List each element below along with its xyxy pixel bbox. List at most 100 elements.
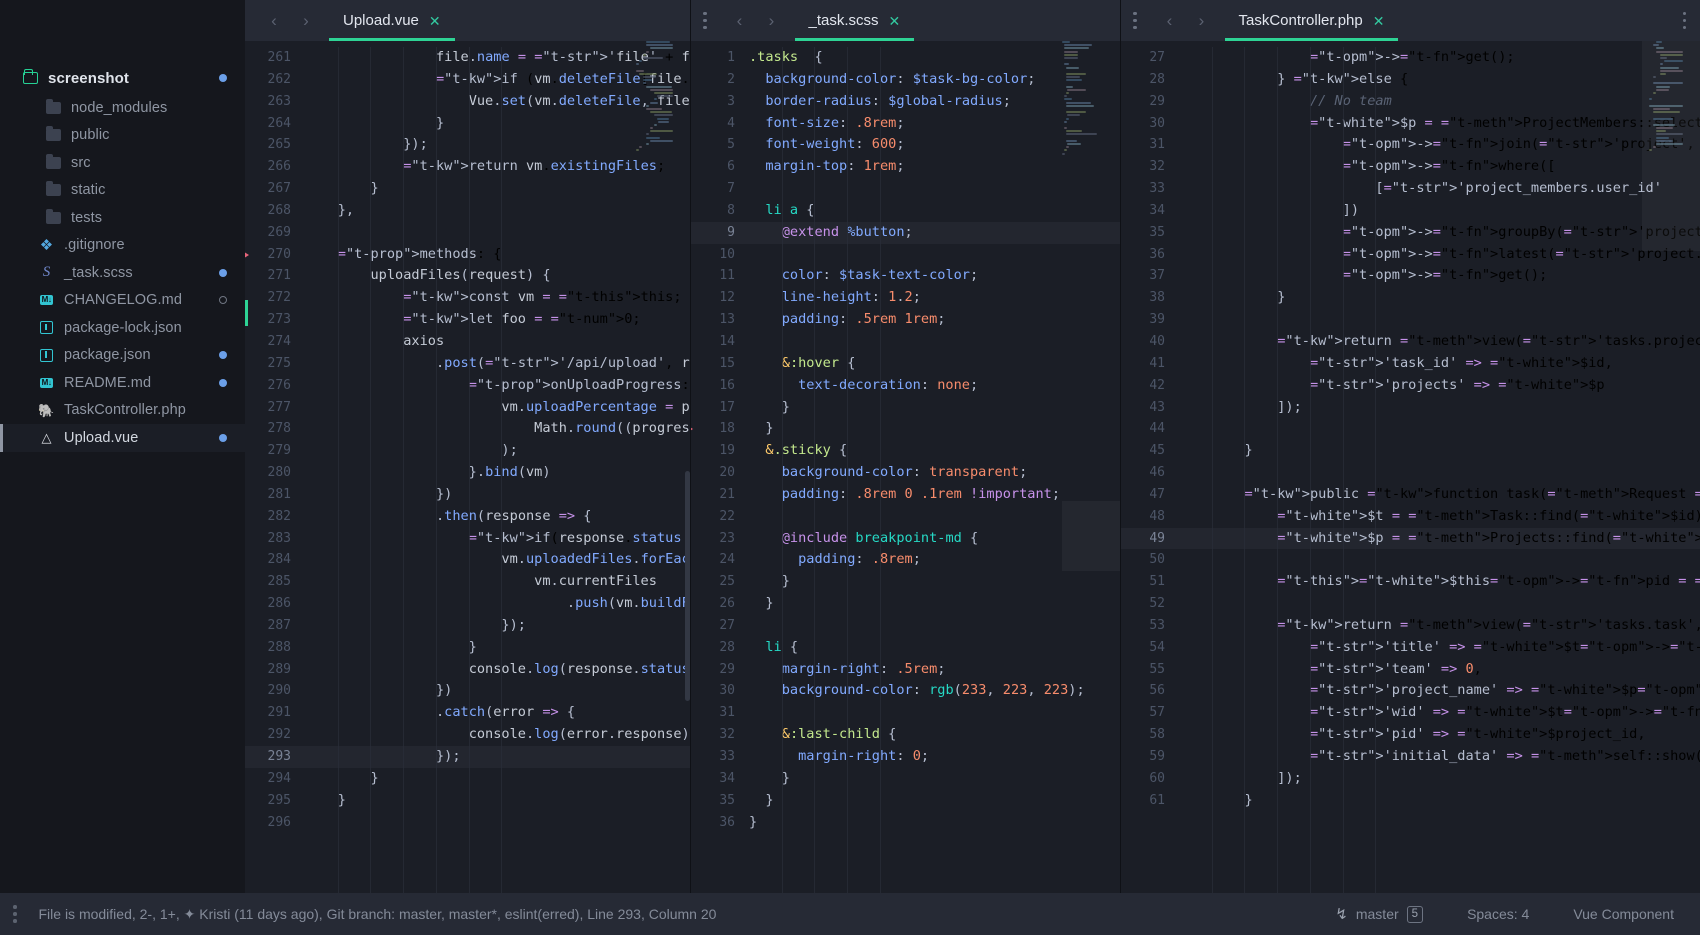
tree-item-changelog-md[interactable]: M↓ CHANGELOG.md (0, 287, 245, 315)
tree-item-static[interactable]: static (0, 177, 245, 205)
code-line[interactable]: }) (305, 484, 690, 506)
code-line[interactable]: file.name = ="t-str">'file' + file.id; (305, 47, 690, 69)
code-line[interactable]: } (1179, 790, 1700, 812)
code-line[interactable]: font-weight: 600; (749, 134, 1120, 156)
code-line[interactable]: } (749, 790, 1120, 812)
tree-item-package-lock-json[interactable]: package-lock.json (0, 314, 245, 342)
code-line[interactable]: .tasks { (749, 47, 1120, 69)
code-line[interactable]: ="t-prop">methods: { (305, 244, 690, 266)
code-line[interactable]: background-color: transparent; (749, 462, 1120, 484)
close-icon[interactable]: ✕ (1373, 14, 1385, 28)
code-line[interactable]: } (749, 768, 1120, 790)
code-line[interactable]: margin-top: 1rem; (749, 156, 1120, 178)
code-line[interactable]: ="t-kw">const vm = ="t-this">this; (305, 287, 690, 309)
code-line[interactable]: ="t-opm">->="t-fn">get(); (1179, 47, 1700, 69)
code-line[interactable] (749, 615, 1120, 637)
code-line[interactable]: }) (305, 680, 690, 702)
code-line[interactable]: vm.uploadedFiles.forEach (305, 549, 690, 571)
code-line[interactable]: } (1179, 440, 1700, 462)
code-line[interactable]: ]) (1179, 200, 1700, 222)
pane-3-options-kebab-icon[interactable] (1682, 11, 1686, 30)
tree-item-package-json[interactable]: package.json (0, 342, 245, 370)
code-line[interactable]: }); (305, 615, 690, 637)
code-line[interactable]: margin-right: 0; (749, 746, 1120, 768)
code-line[interactable]: color: $task-text-color; (749, 265, 1120, 287)
code-line[interactable]: ="t-opm">->="t-fn">latest(="t-str">'proj… (1179, 244, 1700, 266)
status-language[interactable]: Vue Component (1573, 906, 1674, 922)
code-line[interactable]: } (1179, 287, 1700, 309)
code-line[interactable]: } (305, 113, 690, 135)
back-chevron-icon[interactable]: ‹ (263, 10, 285, 32)
code-line[interactable]: &:last-child { (749, 724, 1120, 746)
status-indentation[interactable]: Spaces: 4 (1467, 906, 1529, 922)
pane-1-options-kebab-icon[interactable] (691, 11, 723, 30)
tree-item-taskcontroller-php[interactable]: 🐘 TaskController.php (0, 397, 245, 425)
code-line[interactable]: ="t-kw">if (vm.deleteFile[file.name] === (305, 69, 690, 91)
code-line[interactable]: font-size: .8rem; (749, 113, 1120, 135)
code-line[interactable]: console.log(error.response); (305, 724, 690, 746)
code-line[interactable]: ="t-kw">public ="t-kw">function task(="t… (1179, 484, 1700, 506)
code-line[interactable]: axios (305, 331, 690, 353)
code-line[interactable]: } (305, 178, 690, 200)
code-line[interactable]: }); (305, 134, 690, 156)
code-line[interactable]: text-decoration: none; (749, 375, 1120, 397)
forward-chevron-icon[interactable]: › (761, 10, 783, 32)
code-line[interactable]: Math.round((progress (305, 418, 690, 440)
code-line[interactable] (305, 812, 690, 834)
code-line[interactable]: } (749, 812, 1120, 834)
code-line[interactable]: ="t-prop">onUploadProgress: ="t-kw">func… (305, 375, 690, 397)
code-line[interactable]: console.log(response.status) (305, 659, 690, 681)
status-branch[interactable]: ↯ master 5 (1335, 905, 1424, 923)
code-line[interactable]: ="t-kw">return vm.existingFiles; (305, 156, 690, 178)
code-line[interactable] (1179, 309, 1700, 331)
code-line[interactable]: // No team (1179, 91, 1700, 113)
forward-chevron-icon[interactable]: › (295, 10, 317, 32)
code-line[interactable]: ="t-str">'project_name' => ="t-white">$p… (1179, 680, 1700, 702)
code-line[interactable]: ="t-opm">->="t-fn">groupBy(="t-str">'pro… (1179, 222, 1700, 244)
code-line[interactable]: ="t-str">'initial_data' => ="t-meth">sel… (1179, 746, 1700, 768)
code-line[interactable]: Vue.set(vm.deleteFile, file. (305, 91, 690, 113)
tree-item-tests[interactable]: tests (0, 204, 245, 232)
code-line[interactable]: ="t-str">'projects' => ="t-white">$p (1179, 375, 1700, 397)
code-line[interactable]: ="t-white">$p = ="t-meth">ProjectMembers… (1179, 113, 1700, 135)
code-line[interactable]: } (749, 418, 1120, 440)
status-bar-kebab-icon[interactable] (13, 905, 17, 923)
code-line[interactable]: ="t-str">'team' => 0, (1179, 659, 1700, 681)
code-line[interactable]: ); (305, 440, 690, 462)
code-line[interactable]: } (749, 593, 1120, 615)
code-line[interactable]: }); (305, 746, 690, 768)
code-content-2[interactable]: .tasks { background-color: $task-bg-colo… (749, 41, 1120, 893)
close-icon[interactable]: ✕ (429, 14, 441, 28)
code-content-3[interactable]: ="t-opm">->="t-fn">get(); } ="t-kw">else… (1179, 41, 1700, 893)
code-line[interactable] (1179, 462, 1700, 484)
code-line[interactable]: line-height: 1.2; (749, 287, 1120, 309)
code-line[interactable] (749, 331, 1120, 353)
code-line[interactable]: }.bind(vm) (305, 462, 690, 484)
code-line[interactable]: background-color: $task-bg-color; (749, 69, 1120, 91)
tab-upload-vue[interactable]: Upload.vue ✕ (329, 0, 455, 41)
code-line[interactable]: ="t-str">'title' => ="t-white">$t="t-opm… (1179, 637, 1700, 659)
code-line[interactable]: } (305, 768, 690, 790)
code-line[interactable]: .catch(error => { (305, 702, 690, 724)
back-chevron-icon[interactable]: ‹ (1159, 10, 1181, 32)
code-line[interactable] (1179, 593, 1700, 615)
code-line[interactable]: } (305, 790, 690, 812)
code-line[interactable] (749, 702, 1120, 724)
code-line[interactable]: } (305, 637, 690, 659)
close-icon[interactable]: ✕ (889, 14, 901, 28)
code-line[interactable]: [="t-str">'project_members.user_id' (1179, 178, 1700, 200)
tree-item-src[interactable]: src (0, 149, 245, 177)
code-line[interactable]: margin-right: .5rem; (749, 659, 1120, 681)
code-line[interactable]: .post(="t-str">'/api/upload', request, { (305, 353, 690, 375)
code-line[interactable]: } (749, 397, 1120, 419)
code-line[interactable]: @extend %button; (749, 221, 1120, 244)
code-line[interactable]: border-radius: $global-radius; (749, 91, 1120, 113)
code-line[interactable]: } ="t-kw">else { (1179, 69, 1700, 91)
tree-item-readme-md[interactable]: M↓ README.md (0, 369, 245, 397)
code-line[interactable] (1179, 418, 1700, 440)
code-line[interactable] (749, 244, 1120, 266)
tab-taskcontroller-php[interactable]: TaskController.php ✕ (1224, 0, 1399, 41)
code-line[interactable]: li { (749, 637, 1120, 659)
code-editor-2[interactable]: 1 2 3 4 5 6 7 8 9 10 11 12 13 14 15 16 17 18 19 20 21 22 23 24 2… (691, 41, 1120, 893)
code-line[interactable] (1179, 549, 1700, 571)
